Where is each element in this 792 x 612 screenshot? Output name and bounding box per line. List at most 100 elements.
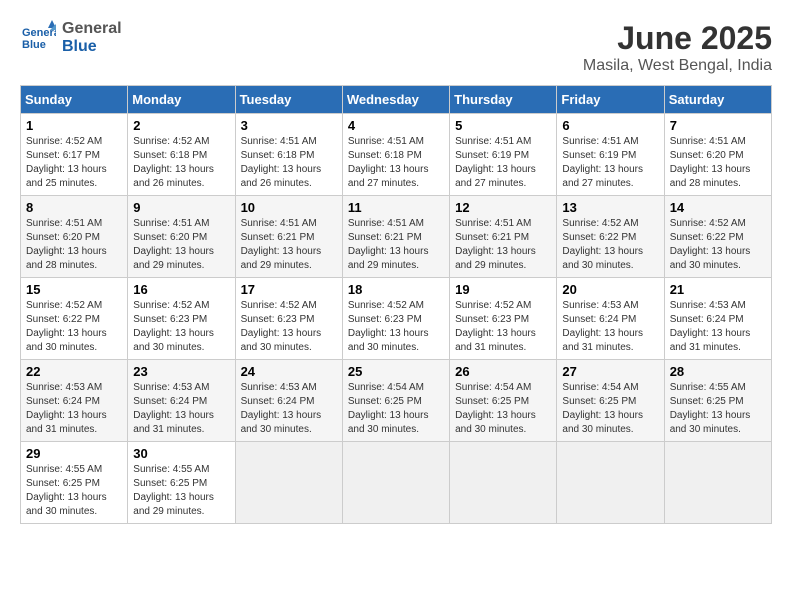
- calendar-cell: 25 Sunrise: 4:54 AM Sunset: 6:25 PM Dayli…: [342, 360, 449, 442]
- day-detail: Sunrise: 4:52 AM Sunset: 6:23 PM Dayligh…: [241, 299, 337, 355]
- day-number: 30: [133, 446, 229, 461]
- day-detail: Sunrise: 4:52 AM Sunset: 6:23 PM Dayligh…: [133, 299, 229, 355]
- calendar-cell: 5Sunrise: 4:51 AM Sunset: 6:19 PM Daylig…: [450, 114, 557, 196]
- logo-icon: General Blue: [20, 20, 56, 56]
- col-friday: Friday: [557, 86, 664, 114]
- calendar-cell: 9 Sunrise: 4:51 AM Sunset: 6:20 PM Daylig…: [128, 196, 235, 278]
- header-row: Sunday Monday Tuesday Wednesday Thursday…: [21, 86, 772, 114]
- day-detail: Sunrise: 4:55 AM Sunset: 6:25 PM Dayligh…: [133, 463, 229, 519]
- calendar-cell: [664, 442, 771, 524]
- calendar-cell: 12 Sunrise: 4:51 AM Sunset: 6:21 PM Dayli…: [450, 196, 557, 278]
- day-number: 7: [670, 118, 766, 133]
- location-title: Masila, West Bengal, India: [583, 57, 772, 75]
- day-detail: Sunrise: 4:54 AM Sunset: 6:25 PM Dayligh…: [562, 381, 658, 437]
- calendar-cell: [342, 442, 449, 524]
- col-tuesday: Tuesday: [235, 86, 342, 114]
- calendar-cell: [557, 442, 664, 524]
- col-saturday: Saturday: [664, 86, 771, 114]
- col-monday: Monday: [128, 86, 235, 114]
- day-detail: Sunrise: 4:55 AM Sunset: 6:25 PM Dayligh…: [670, 381, 766, 437]
- day-detail: Sunrise: 4:53 AM Sunset: 6:24 PM Dayligh…: [562, 299, 658, 355]
- calendar-cell: 21 Sunrise: 4:53 AM Sunset: 6:24 PM Dayli…: [664, 278, 771, 360]
- svg-text:General: General: [22, 27, 56, 39]
- day-detail: Sunrise: 4:51 AM Sunset: 6:19 PM Dayligh…: [562, 135, 658, 191]
- day-detail: Sunrise: 4:52 AM Sunset: 6:23 PM Dayligh…: [348, 299, 444, 355]
- day-number: 28: [670, 364, 766, 379]
- day-number: 16: [133, 282, 229, 297]
- day-number: 11: [348, 200, 444, 215]
- col-sunday: Sunday: [21, 86, 128, 114]
- calendar-cell: 22 Sunrise: 4:53 AM Sunset: 6:24 PM Dayli…: [21, 360, 128, 442]
- day-number: 26: [455, 364, 551, 379]
- day-detail: Sunrise: 4:52 AM Sunset: 6:23 PM Dayligh…: [455, 299, 551, 355]
- day-detail: Sunrise: 4:51 AM Sunset: 6:20 PM Dayligh…: [670, 135, 766, 191]
- day-detail: Sunrise: 4:51 AM Sunset: 6:20 PM Dayligh…: [133, 217, 229, 273]
- day-number: 10: [241, 200, 337, 215]
- calendar-cell: 3Sunrise: 4:51 AM Sunset: 6:18 PM Daylig…: [235, 114, 342, 196]
- day-detail: Sunrise: 4:53 AM Sunset: 6:24 PM Dayligh…: [241, 381, 337, 437]
- day-number: 9: [133, 200, 229, 215]
- day-detail: Sunrise: 4:53 AM Sunset: 6:24 PM Dayligh…: [133, 381, 229, 437]
- header: General Blue GeneralBlue June 2025 Masil…: [20, 20, 772, 75]
- calendar-cell: 16 Sunrise: 4:52 AM Sunset: 6:23 PM Dayli…: [128, 278, 235, 360]
- calendar-cell: 19 Sunrise: 4:52 AM Sunset: 6:23 PM Dayli…: [450, 278, 557, 360]
- calendar-cell: 24 Sunrise: 4:53 AM Sunset: 6:24 PM Dayli…: [235, 360, 342, 442]
- day-number: 29: [26, 446, 122, 461]
- day-number: 6: [562, 118, 658, 133]
- day-number: 27: [562, 364, 658, 379]
- day-detail: Sunrise: 4:51 AM Sunset: 6:21 PM Dayligh…: [348, 217, 444, 273]
- day-detail: Sunrise: 4:51 AM Sunset: 6:21 PM Dayligh…: [455, 217, 551, 273]
- logo-text: GeneralBlue: [62, 20, 122, 56]
- calendar-cell: [450, 442, 557, 524]
- day-detail: Sunrise: 4:54 AM Sunset: 6:25 PM Dayligh…: [455, 381, 551, 437]
- day-detail: Sunrise: 4:51 AM Sunset: 6:20 PM Dayligh…: [26, 217, 122, 273]
- day-number: 14: [670, 200, 766, 215]
- calendar-cell: 2 Sunrise: 4:52 AM Sunset: 6:18 PM Daylig…: [128, 114, 235, 196]
- day-number: 19: [455, 282, 551, 297]
- calendar-week-1: 8 Sunrise: 4:51 AM Sunset: 6:20 PM Daylig…: [21, 196, 772, 278]
- day-detail: Sunrise: 4:53 AM Sunset: 6:24 PM Dayligh…: [26, 381, 122, 437]
- day-detail: Sunrise: 4:52 AM Sunset: 6:17 PM Dayligh…: [26, 135, 122, 191]
- day-number: 18: [348, 282, 444, 297]
- day-detail: Sunrise: 4:54 AM Sunset: 6:25 PM Dayligh…: [348, 381, 444, 437]
- svg-text:Blue: Blue: [22, 39, 46, 51]
- col-wednesday: Wednesday: [342, 86, 449, 114]
- calendar-cell: 23 Sunrise: 4:53 AM Sunset: 6:24 PM Dayli…: [128, 360, 235, 442]
- title-area: June 2025 Masila, West Bengal, India: [583, 20, 772, 75]
- day-number: 8: [26, 200, 122, 215]
- day-number: 21: [670, 282, 766, 297]
- calendar-cell: 8 Sunrise: 4:51 AM Sunset: 6:20 PM Daylig…: [21, 196, 128, 278]
- calendar-cell: 18 Sunrise: 4:52 AM Sunset: 6:23 PM Dayli…: [342, 278, 449, 360]
- calendar-week-2: 15Sunrise: 4:52 AM Sunset: 6:22 PM Dayli…: [21, 278, 772, 360]
- calendar-cell: 20Sunrise: 4:53 AM Sunset: 6:24 PM Dayli…: [557, 278, 664, 360]
- day-detail: Sunrise: 4:52 AM Sunset: 6:22 PM Dayligh…: [562, 217, 658, 273]
- calendar-week-4: 29 Sunrise: 4:55 AM Sunset: 6:25 PM Dayli…: [21, 442, 772, 524]
- calendar-cell: 11 Sunrise: 4:51 AM Sunset: 6:21 PM Dayli…: [342, 196, 449, 278]
- day-number: 17: [241, 282, 337, 297]
- day-number: 1: [26, 118, 122, 133]
- day-number: 22: [26, 364, 122, 379]
- day-number: 4: [348, 118, 444, 133]
- day-number: 13: [562, 200, 658, 215]
- day-detail: Sunrise: 4:52 AM Sunset: 6:18 PM Dayligh…: [133, 135, 229, 191]
- day-detail: Sunrise: 4:55 AM Sunset: 6:25 PM Dayligh…: [26, 463, 122, 519]
- day-number: 25: [348, 364, 444, 379]
- col-thursday: Thursday: [450, 86, 557, 114]
- day-detail: Sunrise: 4:51 AM Sunset: 6:19 PM Dayligh…: [455, 135, 551, 191]
- calendar-cell: 30 Sunrise: 4:55 AM Sunset: 6:25 PM Dayli…: [128, 442, 235, 524]
- month-title: June 2025: [583, 20, 772, 57]
- calendar-cell: 26 Sunrise: 4:54 AM Sunset: 6:25 PM Dayli…: [450, 360, 557, 442]
- calendar-cell: 1 Sunrise: 4:52 AM Sunset: 6:17 PM Daylig…: [21, 114, 128, 196]
- day-number: 3: [241, 118, 337, 133]
- day-detail: Sunrise: 4:53 AM Sunset: 6:24 PM Dayligh…: [670, 299, 766, 355]
- day-detail: Sunrise: 4:52 AM Sunset: 6:22 PM Dayligh…: [26, 299, 122, 355]
- calendar-cell: 14Sunrise: 4:52 AM Sunset: 6:22 PM Dayli…: [664, 196, 771, 278]
- day-number: 2: [133, 118, 229, 133]
- calendar-week-3: 22 Sunrise: 4:53 AM Sunset: 6:24 PM Dayli…: [21, 360, 772, 442]
- day-number: 23: [133, 364, 229, 379]
- day-number: 24: [241, 364, 337, 379]
- calendar-cell: 15Sunrise: 4:52 AM Sunset: 6:22 PM Dayli…: [21, 278, 128, 360]
- calendar-cell: [235, 442, 342, 524]
- calendar-cell: 10Sunrise: 4:51 AM Sunset: 6:21 PM Dayli…: [235, 196, 342, 278]
- day-number: 12: [455, 200, 551, 215]
